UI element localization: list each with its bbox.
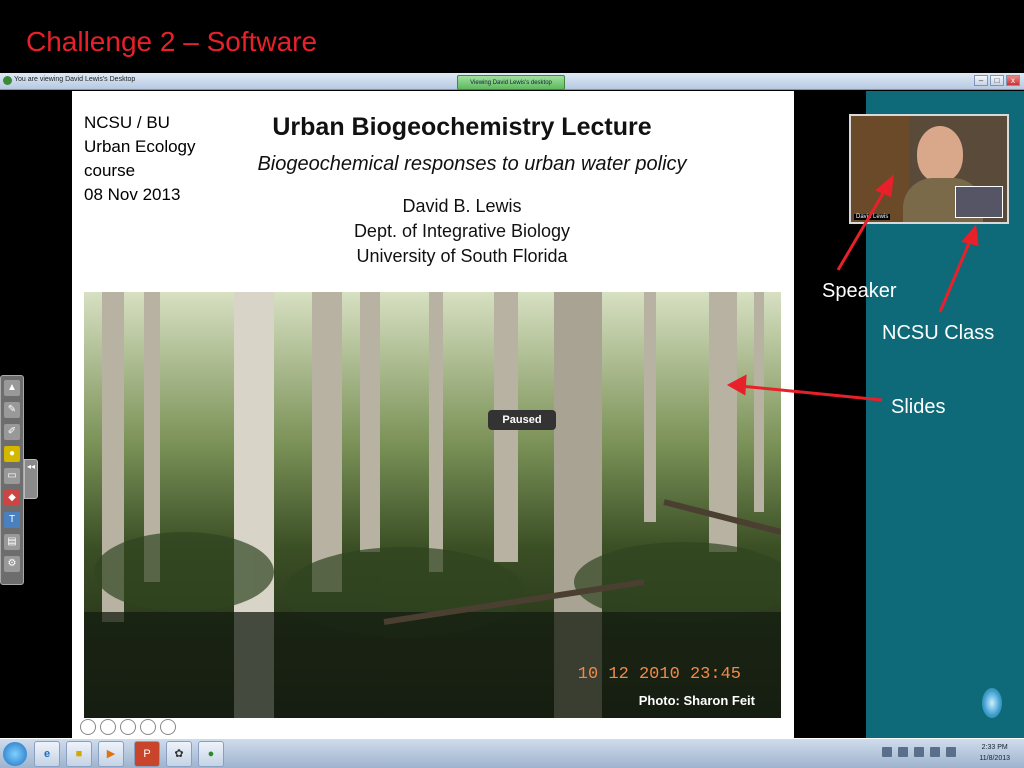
- flag-icon[interactable]: [914, 747, 924, 757]
- shape-icon[interactable]: ◆: [4, 490, 20, 506]
- course-line: NCSU / BU: [84, 113, 170, 132]
- globe-icon[interactable]: ●: [198, 741, 224, 767]
- window-titlebar[interactable]: You are viewing David Lewis's Desktop Vi…: [0, 73, 1024, 90]
- eraser-icon[interactable]: ▭: [4, 468, 20, 484]
- pen-icon[interactable]: [100, 719, 116, 735]
- pen-icon[interactable]: ✎: [4, 402, 20, 418]
- author-line: David B. Lewis: [402, 196, 522, 216]
- taskbar: e ■ ▶ P ✿ ● 2:33 PM 11/8/2013: [0, 738, 1024, 768]
- keyboard-icon[interactable]: ▤: [4, 534, 20, 550]
- window-controls: – □ x: [974, 75, 1020, 86]
- pointer-icon[interactable]: ▲: [4, 380, 20, 396]
- video-feed[interactable]: David Lewis: [849, 114, 1009, 224]
- next-icon[interactable]: [160, 719, 176, 735]
- class-video-inset[interactable]: [955, 186, 1003, 218]
- course-info: NCSU / BU Urban Ecology course 08 Nov 20…: [84, 111, 196, 207]
- powerpoint-icon[interactable]: P: [134, 741, 160, 767]
- viewing-tab[interactable]: Viewing David Lewis's desktop: [457, 75, 565, 90]
- maximize-button[interactable]: □: [990, 75, 1004, 86]
- display-icon[interactable]: [930, 747, 940, 757]
- menu-icon[interactable]: [140, 719, 156, 735]
- presentation-controls: [80, 719, 176, 735]
- close-button[interactable]: x: [1006, 75, 1020, 86]
- start-button[interactable]: [3, 742, 27, 766]
- app-icon: [3, 76, 12, 85]
- media-player-icon[interactable]: ▶: [98, 741, 124, 767]
- toolbar-collapse-tab[interactable]: ◂◂: [24, 459, 38, 499]
- volume-icon[interactable]: [946, 747, 956, 757]
- speaker-annotation: Speaker: [822, 280, 897, 302]
- tray-arrow-icon[interactable]: [882, 747, 892, 757]
- author-line: University of South Florida: [356, 246, 568, 266]
- paused-indicator: Paused: [488, 410, 556, 430]
- photo-credit: Photo: Sharon Feit: [638, 693, 755, 708]
- bookshelf: [851, 116, 909, 222]
- video-label: David Lewis: [854, 214, 891, 220]
- slides-icon[interactable]: [120, 719, 136, 735]
- clock[interactable]: 2:33 PM 11/8/2013: [979, 742, 1010, 764]
- highlighter-icon[interactable]: ✐: [4, 424, 20, 440]
- screen: Challenge 2 – Software You are viewing D…: [0, 0, 1024, 768]
- date-stamp: 10 12 2010 23:45: [577, 665, 741, 684]
- swamp-photo: Paused 10 12 2010 23:45 Photo: Sharon Fe…: [84, 292, 781, 718]
- folder-icon[interactable]: ■: [66, 741, 92, 767]
- slides-annotation: Slides: [891, 396, 946, 418]
- system-tray: [882, 747, 956, 757]
- clock-date: 11/8/2013: [979, 755, 1010, 762]
- forest-illustration: [84, 292, 781, 718]
- speaker-face: [917, 126, 963, 182]
- bubble-icon[interactable]: [982, 688, 1002, 718]
- author-info: David B. Lewis Dept. of Integrative Biol…: [312, 194, 612, 269]
- clock-time: 2:33 PM: [981, 744, 1008, 751]
- window-title: You are viewing David Lewis's Desktop: [14, 76, 136, 83]
- marker-icon[interactable]: ●: [4, 446, 20, 462]
- course-line: course: [84, 161, 136, 180]
- author-line: Dept. of Integrative Biology: [353, 221, 571, 241]
- class-annotation: NCSU Class: [882, 322, 995, 344]
- lecture-subtitle: Biogeochemical responses to urban water …: [257, 153, 687, 175]
- slide-title: Challenge 2 – Software: [26, 26, 318, 57]
- course-line: 08 Nov 2013: [84, 185, 181, 204]
- minimize-button[interactable]: –: [974, 75, 988, 86]
- settings-icon[interactable]: ⚙: [4, 556, 20, 572]
- presentation-slide: NCSU / BU Urban Ecology course 08 Nov 20…: [72, 91, 794, 738]
- previous-icon[interactable]: [80, 719, 96, 735]
- lecture-title: Urban Biogeochemistry Lecture: [272, 113, 652, 141]
- network-icon[interactable]: [898, 747, 908, 757]
- text-icon[interactable]: T: [4, 512, 20, 528]
- ie-icon[interactable]: e: [34, 741, 60, 767]
- app-icon[interactable]: ✿: [166, 741, 192, 767]
- annotation-toolbar: ▲ ✎ ✐ ● ▭ ◆ T ▤ ⚙: [0, 375, 24, 585]
- course-line: Urban Ecology: [84, 137, 196, 156]
